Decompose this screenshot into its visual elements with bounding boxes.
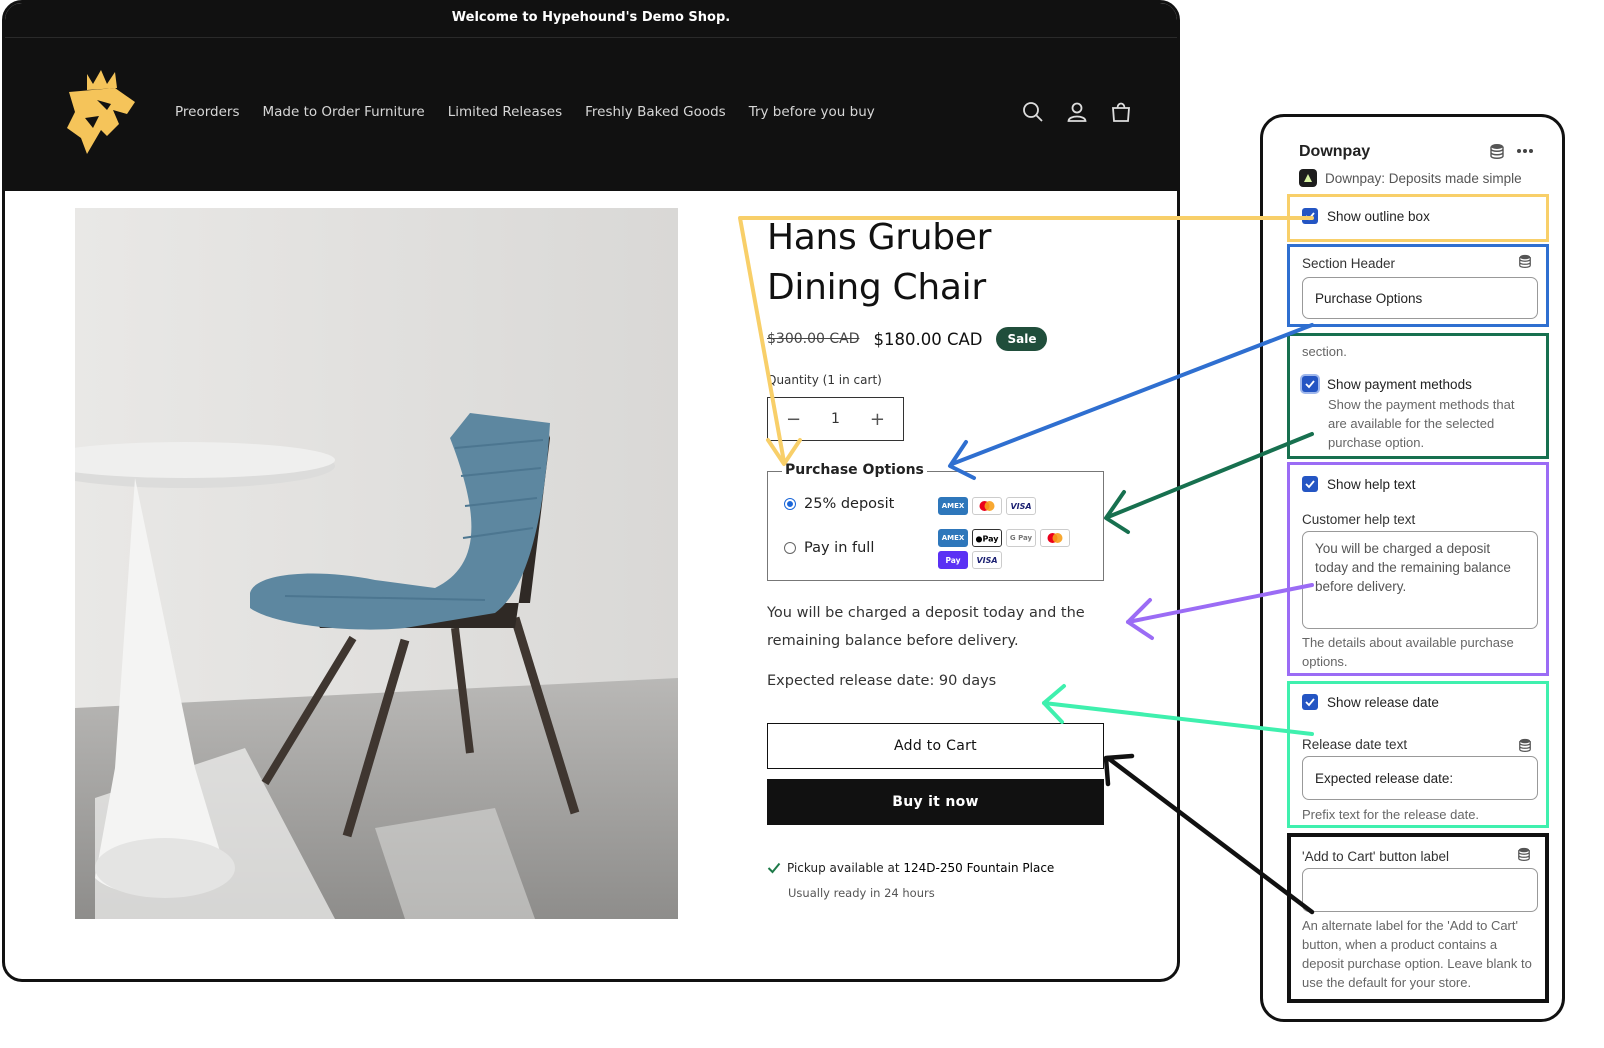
show-help-text-checkbox[interactable]: Show help text bbox=[1302, 476, 1536, 492]
mastercard-icon bbox=[972, 497, 1002, 515]
customer-help-text-input[interactable]: You will be charged a deposit today and … bbox=[1302, 531, 1538, 629]
release-date-setting: Show release date Release date text Expe… bbox=[1287, 681, 1549, 828]
option-deposit[interactable]: 25% deposit bbox=[784, 496, 894, 512]
checkbox-checked-icon[interactable] bbox=[1302, 208, 1318, 224]
product-image bbox=[75, 208, 678, 919]
show-release-date-label: Show release date bbox=[1327, 694, 1439, 710]
sale-badge: Sale bbox=[996, 327, 1048, 351]
show-help-text-label: Show help text bbox=[1327, 476, 1416, 492]
add-to-cart-label-input[interactable] bbox=[1302, 868, 1538, 912]
nav-link-made-to-order[interactable]: Made to Order Furniture bbox=[263, 104, 425, 120]
add-to-cart-label-label: 'Add to Cart' button label bbox=[1302, 849, 1449, 864]
customer-help-text-label: Customer help text bbox=[1302, 512, 1416, 527]
show-payment-methods-label: Show payment methods bbox=[1327, 376, 1472, 392]
show-release-date-checkbox[interactable]: Show release date bbox=[1302, 694, 1536, 710]
mastercard-icon bbox=[1040, 529, 1070, 547]
amex-icon: AMEX bbox=[938, 497, 968, 515]
main-nav: Preorders Made to Order Furniture Limite… bbox=[175, 104, 875, 120]
release-date-text-hint: Prefix text for the release date. bbox=[1302, 807, 1480, 822]
compare-at-price: $300.00 CAD bbox=[767, 331, 860, 347]
section-header-label: Section Header bbox=[1302, 256, 1396, 271]
checkbox-checked-icon[interactable] bbox=[1302, 694, 1318, 710]
pickup-availability: Pickup available at 124D-250 Fountain Pl… bbox=[767, 861, 1054, 875]
checkbox-checked-icon[interactable] bbox=[1302, 376, 1318, 392]
show-payment-methods-checkbox[interactable]: Show payment methods bbox=[1302, 376, 1536, 392]
radio-unselected-icon[interactable] bbox=[784, 542, 796, 554]
account-icon[interactable] bbox=[1065, 100, 1089, 124]
storefront-window: Welcome to Hypehound's Demo Shop. Preord… bbox=[2, 0, 1180, 982]
pickup-location: 124D-250 Fountain Place bbox=[903, 861, 1055, 875]
nav-link-limited-releases[interactable]: Limited Releases bbox=[448, 104, 562, 120]
show-payment-methods-hint: Show the payment methods that are availa… bbox=[1328, 397, 1515, 450]
section-header-setting: Section Header Purchase Options bbox=[1287, 244, 1549, 327]
search-icon[interactable] bbox=[1021, 100, 1045, 124]
quantity-input[interactable]: 1 bbox=[831, 411, 840, 427]
show-payment-methods-setting: section. Show payment methods Show the p… bbox=[1287, 333, 1549, 459]
nav-link-try-before-buy[interactable]: Try before you buy bbox=[749, 104, 875, 120]
payment-methods-deposit: AMEX VISA bbox=[938, 497, 1048, 515]
show-outline-box-checkbox[interactable]: Show outline box bbox=[1302, 208, 1534, 224]
panel-actions bbox=[1490, 143, 1534, 159]
release-date-text-input[interactable]: Expected release date: bbox=[1302, 756, 1538, 800]
shop-pay-icon: Pay bbox=[938, 551, 968, 569]
product-title: Hans Gruber Dining Chair bbox=[767, 217, 992, 308]
price-row: $300.00 CAD $180.00 CAD Sale bbox=[767, 327, 1048, 351]
announcement-bar: Welcome to Hypehound's Demo Shop. bbox=[5, 3, 1177, 38]
nav-link-baked-goods[interactable]: Freshly Baked Goods bbox=[585, 104, 726, 120]
add-to-cart-label-setting: 'Add to Cart' button label An alternate … bbox=[1287, 833, 1549, 1003]
add-to-cart-button[interactable]: Add to Cart bbox=[767, 723, 1104, 769]
show-outline-box-setting: Show outline box bbox=[1287, 194, 1549, 242]
dynamic-source-icon[interactable] bbox=[1518, 254, 1532, 268]
logo-icon[interactable] bbox=[57, 66, 143, 162]
pickup-ready-time: Usually ready in 24 hours bbox=[788, 886, 935, 900]
purchase-options-legend: Purchase Options bbox=[782, 462, 927, 478]
help-text-setting: Show help text Customer help text You wi… bbox=[1287, 462, 1549, 676]
option-label: Pay in full bbox=[804, 540, 875, 556]
purchase-options-box: Purchase Options 25% deposit AMEX VISA P… bbox=[767, 462, 1104, 581]
visa-icon: VISA bbox=[1006, 497, 1036, 515]
visa-icon: VISA bbox=[972, 551, 1002, 569]
google-pay-icon: G Pay bbox=[1006, 529, 1036, 547]
quantity-stepper: − 1 + bbox=[767, 397, 904, 441]
panel-title: Downpay bbox=[1299, 143, 1371, 160]
amex-icon: AMEX bbox=[938, 529, 968, 547]
checkmark-icon bbox=[767, 862, 781, 874]
pickup-prefix: Pickup available at bbox=[787, 861, 904, 875]
customer-help-text-hint: The details about available purchase opt… bbox=[1302, 635, 1514, 669]
option-label: 25% deposit bbox=[804, 496, 895, 512]
app-source: Downpay: Deposits made simple bbox=[1299, 169, 1522, 187]
buy-it-now-button[interactable]: Buy it now bbox=[767, 779, 1104, 825]
release-date-text: Expected release date: 90 days bbox=[767, 673, 997, 689]
increment-button[interactable]: + bbox=[870, 409, 885, 430]
option-pay-in-full[interactable]: Pay in full bbox=[784, 540, 874, 556]
release-date-text-label: Release date text bbox=[1302, 737, 1408, 752]
more-options-icon[interactable] bbox=[1516, 148, 1534, 154]
add-to-cart-label-hint: An alternate label for the 'Add to Cart'… bbox=[1302, 918, 1532, 990]
header-icons bbox=[1021, 100, 1133, 124]
show-outline-box-label: Show outline box bbox=[1327, 208, 1430, 224]
quantity-label: Quantity (1 in cart) bbox=[767, 373, 882, 387]
dynamic-source-icon[interactable] bbox=[1517, 847, 1531, 861]
checkbox-checked-icon[interactable] bbox=[1302, 476, 1318, 492]
customer-help-text: You will be charged a deposit today and … bbox=[767, 605, 1085, 649]
dynamic-source-icon[interactable] bbox=[1518, 738, 1532, 752]
svg-text:Pay: Pay bbox=[945, 556, 960, 565]
svg-text:●Pay: ●Pay bbox=[976, 535, 1000, 544]
header: Preorders Made to Order Furniture Limite… bbox=[5, 38, 1177, 191]
sale-price: $180.00 CAD bbox=[873, 329, 983, 349]
cart-icon[interactable] bbox=[1109, 100, 1133, 124]
apple-pay-icon: ●Pay bbox=[972, 529, 1002, 547]
radio-selected-icon[interactable] bbox=[784, 498, 796, 510]
dynamic-source-icon[interactable] bbox=[1490, 143, 1504, 159]
product-info: Hans Gruber Dining Chair $300.00 CAD $18… bbox=[767, 213, 1112, 900]
section-header-input[interactable]: Purchase Options bbox=[1302, 277, 1538, 319]
nav-link-preorders[interactable]: Preorders bbox=[175, 104, 240, 120]
app-name: Downpay: Deposits made simple bbox=[1325, 170, 1522, 186]
payment-methods-full: AMEX ●Pay G Pay Pay VISA bbox=[938, 529, 1078, 569]
downpay-app-icon bbox=[1299, 169, 1317, 187]
section-hint-tail: section. bbox=[1302, 344, 1347, 359]
theme-settings-panel: Downpay Downpay: Deposits made simple Sh… bbox=[1260, 114, 1565, 1022]
decrement-button[interactable]: − bbox=[786, 409, 801, 430]
